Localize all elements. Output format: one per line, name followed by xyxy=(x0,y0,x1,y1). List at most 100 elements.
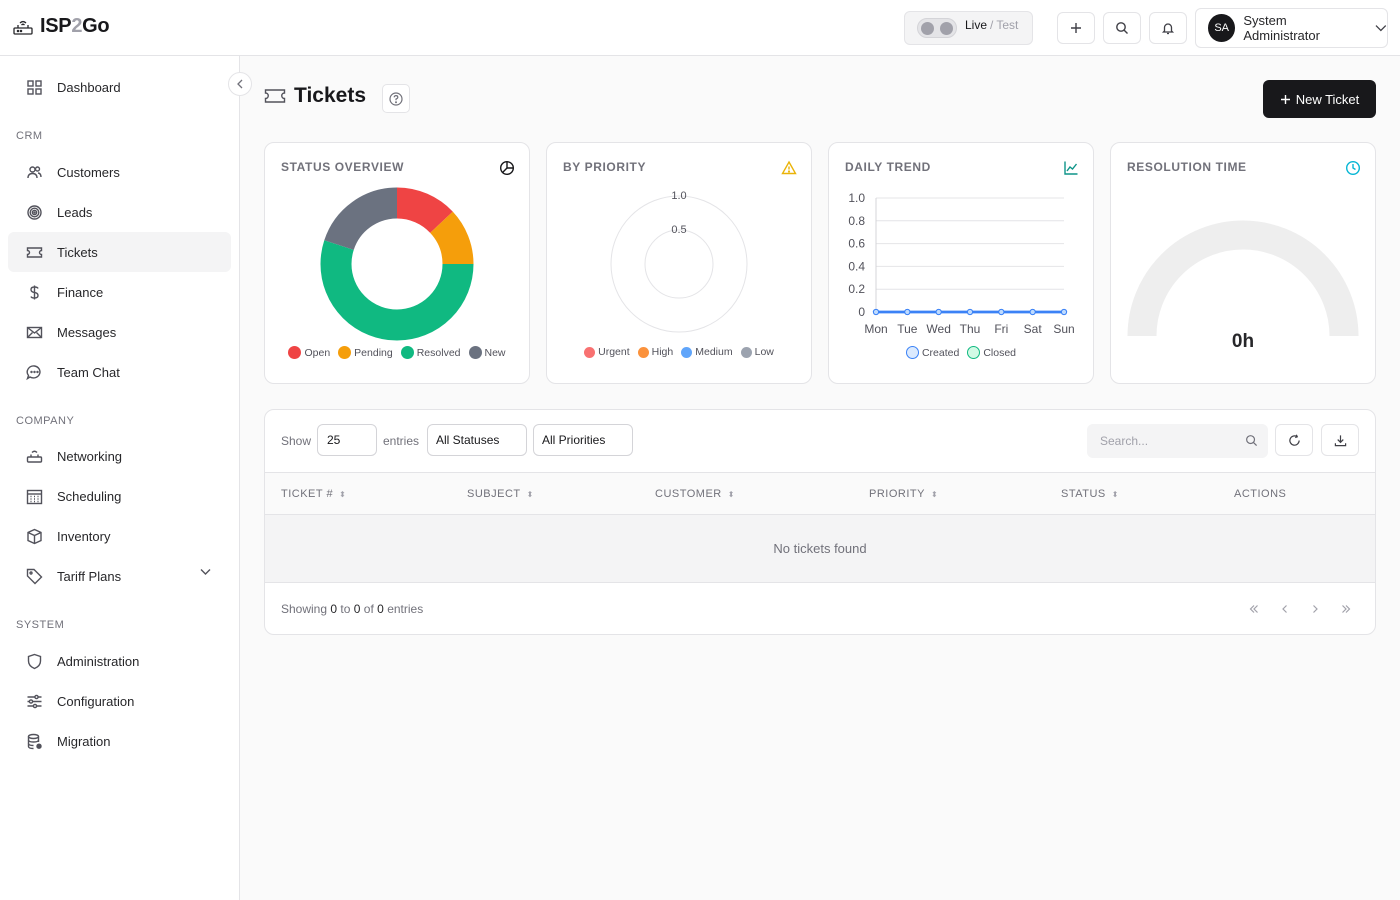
sidebar-item-messages[interactable]: Messages xyxy=(8,312,231,352)
refresh-button[interactable] xyxy=(1275,424,1313,456)
new-ticket-button[interactable]: New Ticket xyxy=(1263,80,1376,118)
bell-icon xyxy=(1161,23,1175,35)
status-filter-select[interactable]: All Statuses xyxy=(427,424,527,456)
legend-item-medium[interactable]: Medium xyxy=(681,346,733,358)
database-icon xyxy=(27,733,42,749)
env-live-label: Live xyxy=(965,18,988,32)
download-icon xyxy=(1334,434,1346,446)
legend-item-created[interactable]: Created xyxy=(905,346,959,359)
calendar-icon xyxy=(26,489,43,504)
section-label-system: SYSTEM xyxy=(16,619,65,631)
sidebar-item-label: Leads xyxy=(57,204,93,220)
sidebar-item-networking[interactable]: Networking xyxy=(8,436,231,476)
app-logo[interactable]: ISP2Go xyxy=(12,15,110,38)
legend-swatch-new xyxy=(468,346,482,359)
sidebar-collapse-button[interactable] xyxy=(228,72,252,96)
legend-swatch-high xyxy=(637,346,649,358)
sidebar-item-leads[interactable]: Leads xyxy=(8,192,231,232)
y-tick-label: 0.8 xyxy=(848,214,865,228)
pagination-from: 0 xyxy=(330,602,338,616)
legend-label: New xyxy=(484,346,506,359)
next-page-button[interactable] xyxy=(1304,599,1326,619)
legend-swatch-resolved xyxy=(400,346,414,359)
legend-label: Low xyxy=(754,346,774,358)
new-ticket-label: New Ticket xyxy=(1295,91,1360,107)
priority-filter-select[interactable]: All Priorities xyxy=(533,424,633,456)
data-point-closed[interactable] xyxy=(1029,308,1036,316)
global-search-button[interactable] xyxy=(1103,12,1141,44)
sidebar-item-tariff-plans[interactable]: Tariff Plans xyxy=(8,556,231,596)
legend-item-urgent[interactable]: Urgent xyxy=(584,346,630,358)
column-header-status[interactable]: STATUS ⬍ xyxy=(1061,488,1119,500)
data-point-closed[interactable] xyxy=(1060,308,1068,316)
sidebar-item-label: Tariff Plans xyxy=(57,568,122,584)
column-header-label: SUBJECT xyxy=(467,488,521,500)
status-overview-card: STATUS OVERVIEW Open Pending Resolved Ne… xyxy=(264,142,530,384)
sidebar-item-tickets[interactable]: Tickets xyxy=(8,232,231,272)
notifications-button[interactable] xyxy=(1149,12,1187,44)
quick-add-button[interactable] xyxy=(1057,12,1095,44)
prev-page-button[interactable] xyxy=(1274,599,1296,619)
sidebar-item-team-chat[interactable]: Team Chat xyxy=(8,352,231,392)
data-point-closed[interactable] xyxy=(998,308,1005,316)
first-page-button[interactable] xyxy=(1243,599,1265,619)
sort-icon: ⬍ xyxy=(1111,489,1119,499)
page-title: Tickets xyxy=(264,84,366,108)
sidebar-item-dashboard[interactable]: Dashboard xyxy=(8,67,231,107)
sidebar-item-finance[interactable]: Finance xyxy=(8,272,231,312)
sidebar-item-configuration[interactable]: Configuration xyxy=(8,681,231,721)
legend-label: Pending xyxy=(354,346,393,359)
sidebar-item-inventory[interactable]: Inventory xyxy=(8,516,231,556)
priority-legend: Urgent High Medium Low xyxy=(547,346,811,358)
sidebar-item-administration[interactable]: Administration xyxy=(8,641,231,681)
environment-toggle[interactable]: Live / Test xyxy=(904,11,1033,45)
search-icon xyxy=(1246,435,1258,447)
chat-bubble-icon xyxy=(26,364,41,380)
last-page-button[interactable] xyxy=(1335,599,1357,619)
legend-item-open[interactable]: Open xyxy=(288,346,330,359)
data-point-closed[interactable] xyxy=(904,308,911,316)
sidebar-item-customers[interactable]: Customers xyxy=(8,152,231,192)
column-header-ticket[interactable]: TICKET # ⬍ xyxy=(281,488,346,500)
legend-swatch-pending xyxy=(338,346,352,359)
column-header-label: STATUS xyxy=(1061,488,1106,500)
sidebar-item-scheduling[interactable]: Scheduling xyxy=(8,476,231,516)
column-header-subject[interactable]: SUBJECT ⬍ xyxy=(467,488,534,500)
y-tick-label: 0 xyxy=(858,305,865,319)
legend-swatch-urgent xyxy=(584,346,596,358)
legend-item-closed[interactable]: Closed xyxy=(967,346,1016,359)
legend-label: High xyxy=(651,346,674,358)
column-header-customer[interactable]: CUSTOMER ⬍ xyxy=(655,488,735,500)
table-search-input[interactable]: Search... xyxy=(1087,424,1268,458)
sidebar-item-migration[interactable]: Migration xyxy=(8,721,231,761)
data-point-closed[interactable] xyxy=(872,308,880,316)
tickets-table-panel: Show 25 entries All Statuses All Priorit… xyxy=(264,409,1376,635)
mail-icon xyxy=(26,326,43,338)
legend-label: Urgent xyxy=(598,346,630,358)
pagination-info: Showing 0 to 0 of 0 entries xyxy=(281,602,423,616)
help-button[interactable] xyxy=(382,84,410,113)
y-tick-label: 0.4 xyxy=(848,259,865,273)
export-button[interactable] xyxy=(1321,424,1359,456)
env-test-label: Test xyxy=(996,18,1019,32)
user-menu[interactable]: SA System Administrator xyxy=(1195,8,1388,48)
legend-item-resolved[interactable]: Resolved xyxy=(400,346,461,359)
page-title-text: Tickets xyxy=(294,84,366,107)
legend-swatch-open xyxy=(288,346,302,359)
legend-item-new[interactable]: New xyxy=(468,346,506,359)
legend-item-high[interactable]: High xyxy=(637,346,674,358)
data-point-closed[interactable] xyxy=(935,308,942,316)
resolution-value: 0h xyxy=(1231,331,1255,352)
environment-switch[interactable] xyxy=(917,18,957,38)
data-point-closed[interactable] xyxy=(966,308,974,316)
legend-item-pending[interactable]: Pending xyxy=(338,346,393,359)
chevron-down-icon xyxy=(200,569,211,575)
x-tick-label: Thu xyxy=(960,322,981,336)
column-header-priority[interactable]: PRIORITY ⬍ xyxy=(869,488,938,500)
entries-per-page-input[interactable]: 25 xyxy=(317,424,377,456)
router-icon xyxy=(26,450,43,463)
column-header-label: ACTIONS xyxy=(1234,488,1287,500)
legend-item-low[interactable]: Low xyxy=(740,346,774,358)
sidebar-item-label: Scheduling xyxy=(57,488,122,504)
logo-text-2: 2 xyxy=(71,15,83,37)
